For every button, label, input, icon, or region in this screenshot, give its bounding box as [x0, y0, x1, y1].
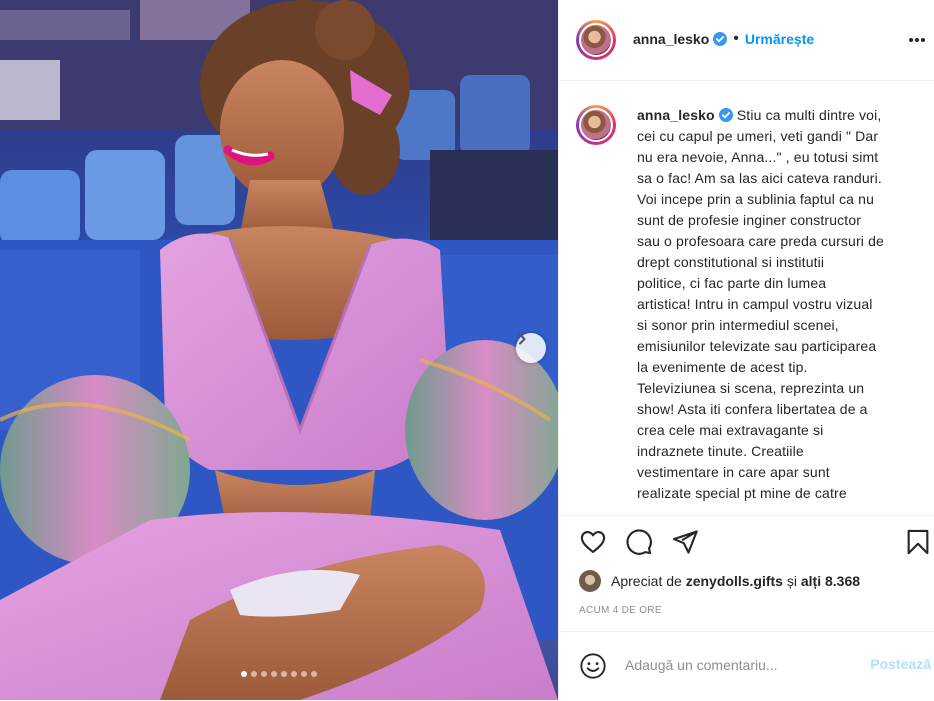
caption-line: sunt de profesie inginer constructor: [637, 212, 862, 228]
carousel-dot: [311, 671, 317, 677]
caption-line: si sonor prin intermediul scenei,: [637, 317, 839, 333]
like-heart-icon[interactable]: [579, 528, 607, 556]
caption-line: nu era nevoie, Anna..." , eu totusi simt: [637, 149, 879, 165]
save-bookmark-icon[interactable]: [905, 528, 931, 556]
caption-line: Voi incepe prin a sublinia faptul ca nu: [637, 191, 875, 207]
carousel-indicator: [0, 671, 558, 677]
likes-conjunction: și: [786, 573, 797, 589]
caption-line: drept constitutional si institutii: [637, 254, 825, 270]
caption-line: cei cu capul pe umeri, veti gandi " Dar: [637, 128, 879, 144]
post-actions: [559, 522, 934, 566]
share-send-icon[interactable]: [671, 528, 699, 556]
likes-prefix: Apreciat de: [611, 573, 682, 589]
post-comment-button[interactable]: Postează: [870, 656, 931, 672]
caption-line: indraznete tinute. Creatiile: [637, 443, 804, 459]
post-side-panel: anna_lesko • Urmărește anna_lesko Stiu c…: [558, 0, 934, 700]
liker-avatar[interactable]: [579, 570, 601, 592]
carousel-dot: [291, 671, 297, 677]
carousel-dot: [241, 671, 247, 677]
more-options-icon[interactable]: [907, 30, 927, 50]
caption-section: anna_lesko Stiu ca multi dintre voi, cei…: [559, 81, 934, 516]
carousel-dot: [251, 671, 257, 677]
photo-illustration: [0, 0, 558, 700]
caption-avatar[interactable]: [576, 105, 616, 145]
carousel-dot: [261, 671, 267, 677]
chevron-right-icon: [519, 333, 526, 345]
caption-line: sa o fac! Am sa las aici cateva randuri.: [637, 170, 882, 186]
likes-others-count[interactable]: alți 8.368: [801, 573, 860, 589]
liker-username[interactable]: zenydolls.gifts: [686, 573, 783, 589]
verified-badge-icon: [713, 32, 728, 46]
caption-line: sau o profesoara care preda cursuri de: [637, 233, 884, 249]
caption-line: artistica! Intru in campul vostru vizual: [637, 296, 873, 312]
carousel-dot: [271, 671, 277, 677]
post-header: anna_lesko • Urmărește: [559, 0, 934, 81]
caption-line: realizate special pt mine de catre: [637, 485, 847, 501]
emoji-icon[interactable]: [579, 652, 607, 680]
caption-line: politice, ci fac parte din lumea: [637, 275, 827, 291]
caption-line: Televiziunea si scena, reprezinta un: [637, 380, 865, 396]
post-timestamp[interactable]: ACUM 4 DE ORE: [579, 605, 662, 616]
caption-line: Stiu ca multi dintre voi,: [736, 107, 882, 123]
header-username[interactable]: anna_lesko: [633, 31, 709, 47]
add-comment-bar: Postează: [559, 631, 934, 701]
caption-line: show! Asta iti confera libertatea de a: [637, 401, 868, 417]
caption-username[interactable]: anna_lesko: [637, 107, 715, 123]
comment-icon[interactable]: [625, 528, 653, 556]
likes-summary: Apreciat de zenydolls.gifts și alți 8.36…: [579, 568, 860, 594]
caption-line: la evenimente de acest tip.: [637, 359, 808, 375]
carousel-dot: [281, 671, 287, 677]
caption-line: crea cele mai extravagante si: [637, 422, 824, 438]
post-caption: anna_lesko Stiu ca multi dintre voi, cei…: [637, 105, 919, 504]
verified-badge-icon: [718, 108, 733, 122]
post-photo: [0, 0, 558, 700]
avatar[interactable]: [576, 20, 616, 60]
caption-line: vestimentare in care apar sunt: [637, 464, 830, 480]
caption-line: emisiunilor televizate sau participarea: [637, 338, 877, 354]
carousel-next-button[interactable]: [516, 333, 546, 363]
comment-input[interactable]: [625, 654, 845, 676]
follow-button[interactable]: Urmărește: [745, 31, 814, 47]
carousel-dot: [301, 671, 307, 677]
